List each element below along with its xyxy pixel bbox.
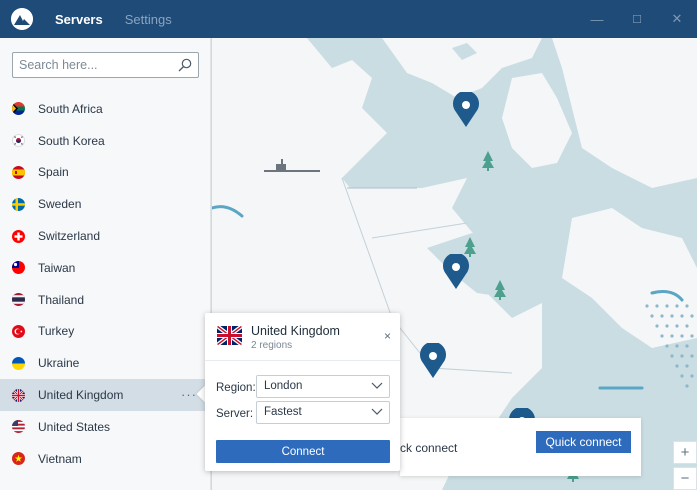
country-label: Sweden bbox=[38, 197, 82, 212]
flag-south-korea-icon bbox=[12, 134, 25, 148]
country-label: Vietnam bbox=[38, 451, 82, 466]
popup-title: United Kingdom bbox=[251, 324, 340, 338]
close-icon[interactable]: × bbox=[384, 329, 391, 343]
quick-connect-button[interactable]: Quick connect bbox=[536, 431, 631, 453]
divider bbox=[205, 360, 400, 361]
quick-connect-bar: ck connect Quick connect bbox=[400, 418, 641, 476]
popup-subtitle: 2 regions bbox=[251, 340, 293, 351]
country-item-sweden[interactable]: Sweden bbox=[0, 188, 211, 220]
country-label: Ukraine bbox=[38, 356, 80, 371]
country-label: Taiwan bbox=[38, 260, 76, 275]
country-item-united-kingdom[interactable]: United Kingdom ··· bbox=[0, 379, 211, 411]
flag-south-africa-icon bbox=[12, 102, 25, 116]
search-input[interactable] bbox=[13, 53, 173, 77]
maximize-button[interactable]: ☐ bbox=[617, 0, 657, 38]
server-sidebar: South Africa South Korea Spain Sweden Sw… bbox=[0, 38, 211, 490]
more-options-icon[interactable]: ··· bbox=[181, 387, 197, 402]
chevron-down-icon bbox=[371, 382, 383, 389]
tab-servers[interactable]: Servers bbox=[55, 12, 103, 27]
search-box[interactable] bbox=[12, 52, 199, 78]
country-item-taiwan[interactable]: Taiwan bbox=[0, 252, 211, 284]
flag-sweden-icon bbox=[12, 197, 25, 211]
flag-spain-icon bbox=[12, 165, 25, 179]
close-button[interactable]: ✕ bbox=[657, 0, 697, 38]
country-label: South Korea bbox=[38, 133, 105, 148]
country-label: Thailand bbox=[38, 292, 85, 307]
country-label: Switzerland bbox=[38, 229, 101, 244]
country-item-vietnam[interactable]: Vietnam bbox=[0, 443, 211, 475]
country-item-thailand[interactable]: Thailand bbox=[0, 284, 211, 316]
country-item-spain[interactable]: Spain bbox=[0, 157, 211, 189]
nordvpn-logo-icon bbox=[11, 8, 33, 30]
country-item-switzerland[interactable]: Switzerland bbox=[0, 220, 211, 252]
flag-taiwan-icon bbox=[12, 261, 25, 275]
flag-vietnam-icon bbox=[12, 452, 25, 466]
flag-uk-icon bbox=[217, 326, 242, 345]
quick-connect-text: ck connect bbox=[400, 441, 458, 455]
country-label: United States bbox=[38, 419, 111, 434]
region-select[interactable]: London bbox=[256, 375, 390, 398]
region-label: Region: bbox=[216, 382, 256, 394]
flag-usa-icon bbox=[12, 420, 25, 434]
zoom-in-button[interactable]: + bbox=[673, 441, 697, 464]
flag-turkey-icon bbox=[12, 324, 25, 338]
flag-uk-icon bbox=[12, 388, 25, 402]
flag-ukraine-icon bbox=[12, 356, 25, 370]
chevron-down-icon bbox=[371, 408, 383, 415]
region-value: London bbox=[264, 380, 303, 392]
country-item-ukraine[interactable]: Ukraine bbox=[0, 347, 211, 379]
server-value: Fastest bbox=[264, 406, 302, 418]
country-label: Spain bbox=[38, 165, 69, 180]
country-label: United Kingdom bbox=[38, 388, 124, 403]
country-item-united-states[interactable]: United States bbox=[0, 411, 211, 443]
tab-settings[interactable]: Settings bbox=[125, 12, 172, 27]
search-icon[interactable] bbox=[178, 58, 192, 75]
flag-switzerland-icon bbox=[12, 229, 25, 243]
country-label: South Africa bbox=[38, 101, 103, 116]
connect-button[interactable]: Connect bbox=[216, 440, 390, 463]
country-item-south-africa[interactable]: South Africa bbox=[0, 93, 211, 125]
server-select[interactable]: Fastest bbox=[256, 401, 390, 424]
server-label: Server: bbox=[216, 408, 254, 420]
country-item-south-korea[interactable]: South Korea bbox=[0, 125, 211, 157]
country-list: South Africa South Korea Spain Sweden Sw… bbox=[0, 93, 211, 475]
location-pin-icon[interactable] bbox=[452, 92, 480, 128]
zoom-out-button[interactable]: − bbox=[673, 467, 697, 490]
country-label: Turkey bbox=[38, 324, 75, 339]
title-bar: Servers Settings — ☐ ✕ bbox=[0, 0, 697, 38]
country-popup: United Kingdom 2 regions × Region: Londo… bbox=[205, 313, 400, 471]
flag-thailand-icon bbox=[12, 293, 25, 307]
country-item-turkey[interactable]: Turkey bbox=[0, 316, 211, 348]
location-pin-icon[interactable] bbox=[442, 254, 470, 290]
minimize-button[interactable]: — bbox=[577, 0, 617, 38]
location-pin-icon[interactable] bbox=[419, 343, 447, 379]
